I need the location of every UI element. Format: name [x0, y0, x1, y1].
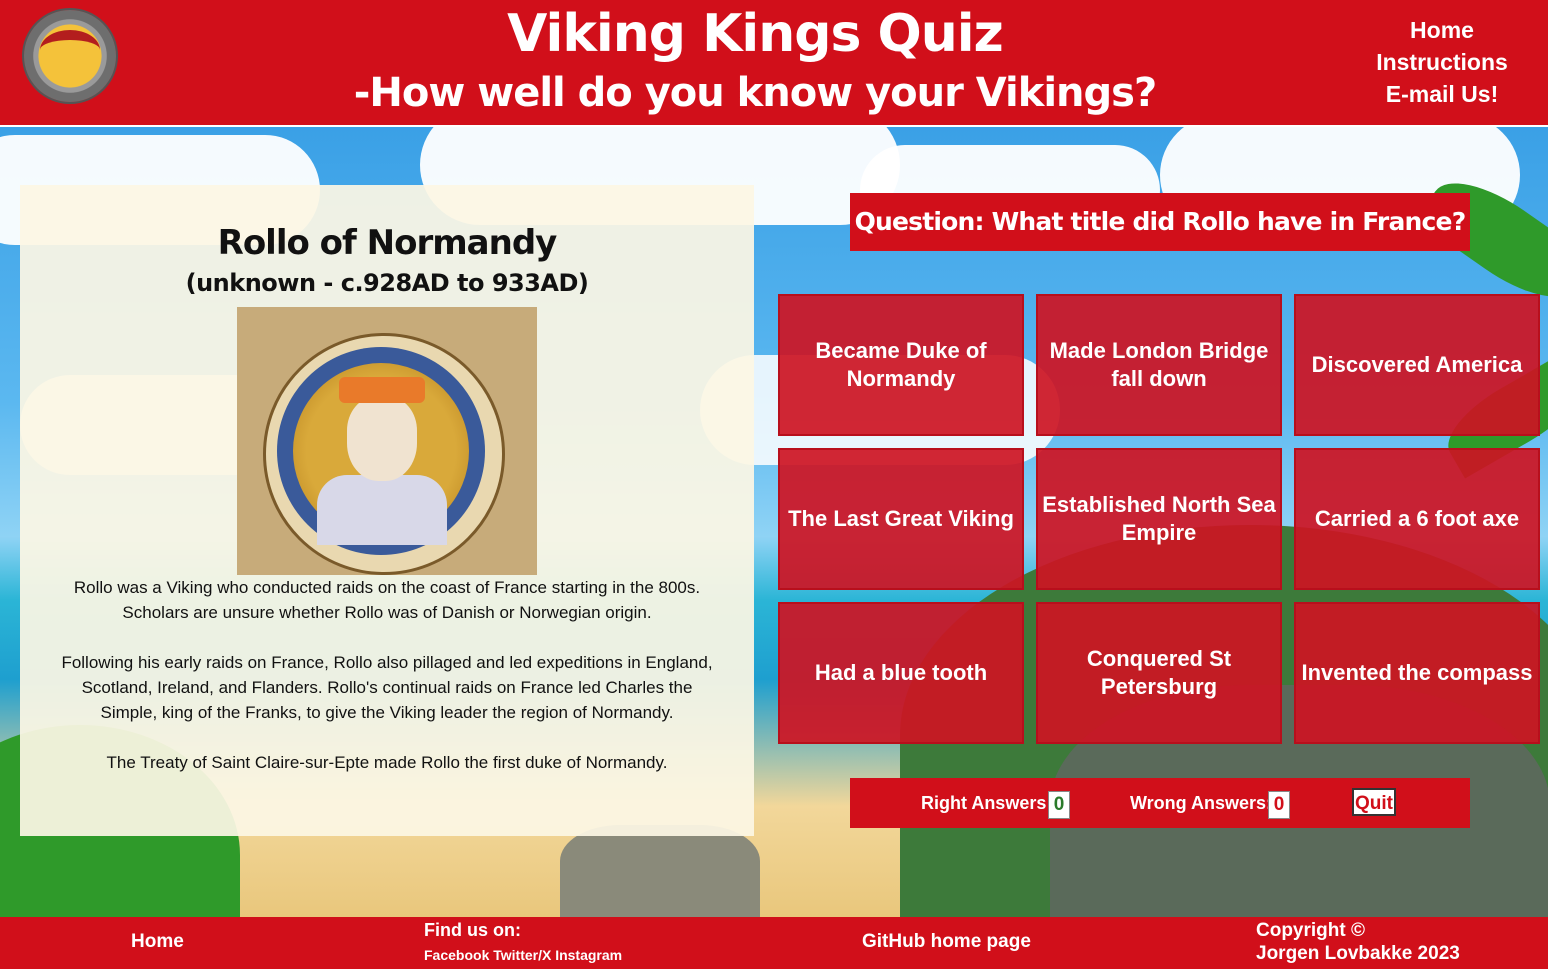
portrait-crown: [339, 377, 425, 403]
find-us-heading: Find us on:: [424, 920, 521, 940]
king-biography: Rollo was a Viking who conducted raids o…: [60, 575, 714, 800]
right-answers-count: 0: [1048, 791, 1070, 819]
wrong-answers-label: Wrong Answers:: [1130, 793, 1273, 813]
answer-grid: Became Duke of Normandy Made London Brid…: [778, 294, 1542, 746]
bio-paragraph: Rollo was a Viking who conducted raids o…: [73, 578, 701, 622]
answer-button[interactable]: Had a blue tooth: [778, 602, 1024, 744]
social-links[interactable]: Facebook Twitter/X Instagram: [424, 947, 622, 963]
wrong-answers-count: 0: [1268, 791, 1290, 819]
bio-paragraph: The Treaty of Saint Claire-sur-Epte made…: [106, 753, 668, 772]
github-link[interactable]: GitHub home page: [862, 931, 1031, 953]
king-info-panel: Rollo of Normandy (unknown - c.928AD to …: [20, 185, 754, 836]
answer-button[interactable]: Made London Bridge fall down: [1036, 294, 1282, 436]
answer-button[interactable]: The Last Great Viking: [778, 448, 1024, 590]
answer-button[interactable]: Discovered America: [1294, 294, 1540, 436]
footer-home-link[interactable]: Home: [131, 931, 184, 953]
page-title: Viking Kings Quiz: [507, 4, 1004, 64]
answer-button[interactable]: Conquered St Petersburg: [1036, 602, 1282, 744]
bio-paragraph: Following his early raids on France, Rol…: [61, 653, 713, 722]
portrait-robe: [317, 475, 447, 545]
site-header: Viking Kings Quiz -How well do you know …: [0, 0, 1548, 127]
rock: [560, 825, 760, 917]
copyright-label: Copyright ©: [1256, 920, 1365, 941]
nav-instructions-link[interactable]: Instructions: [1372, 46, 1512, 78]
question-banner: Question: What title did Rollo have in F…: [850, 193, 1470, 251]
answer-button[interactable]: Invented the compass: [1294, 602, 1540, 744]
king-name: Rollo of Normandy: [217, 223, 558, 263]
right-answers-label: Right Answers:: [921, 793, 1053, 813]
nav-email-link[interactable]: E-mail Us!: [1372, 78, 1512, 110]
answer-button[interactable]: Carried a 6 foot axe: [1294, 448, 1540, 590]
nav-home-link[interactable]: Home: [1372, 14, 1512, 46]
copyright-owner: Jorgen Lovbakke 2023: [1256, 943, 1460, 964]
quit-button[interactable]: Quit: [1352, 788, 1396, 816]
score-bar: Right Answers: 0 Wrong Answers: 0 Quit: [850, 778, 1470, 828]
answer-button[interactable]: Became Duke of Normandy: [778, 294, 1024, 436]
portrait-face: [347, 397, 417, 481]
site-footer: Home Find us on: Facebook Twitter/X Inst…: [0, 917, 1548, 969]
king-dates: (unknown - c.928AD to 933AD): [185, 269, 589, 297]
page-subtitle: -How well do you know your Vikings?: [353, 70, 1157, 116]
king-portrait: [237, 307, 537, 575]
main-nav: Home Instructions E-mail Us!: [1372, 14, 1512, 110]
answer-button[interactable]: Established North Sea Empire: [1036, 448, 1282, 590]
